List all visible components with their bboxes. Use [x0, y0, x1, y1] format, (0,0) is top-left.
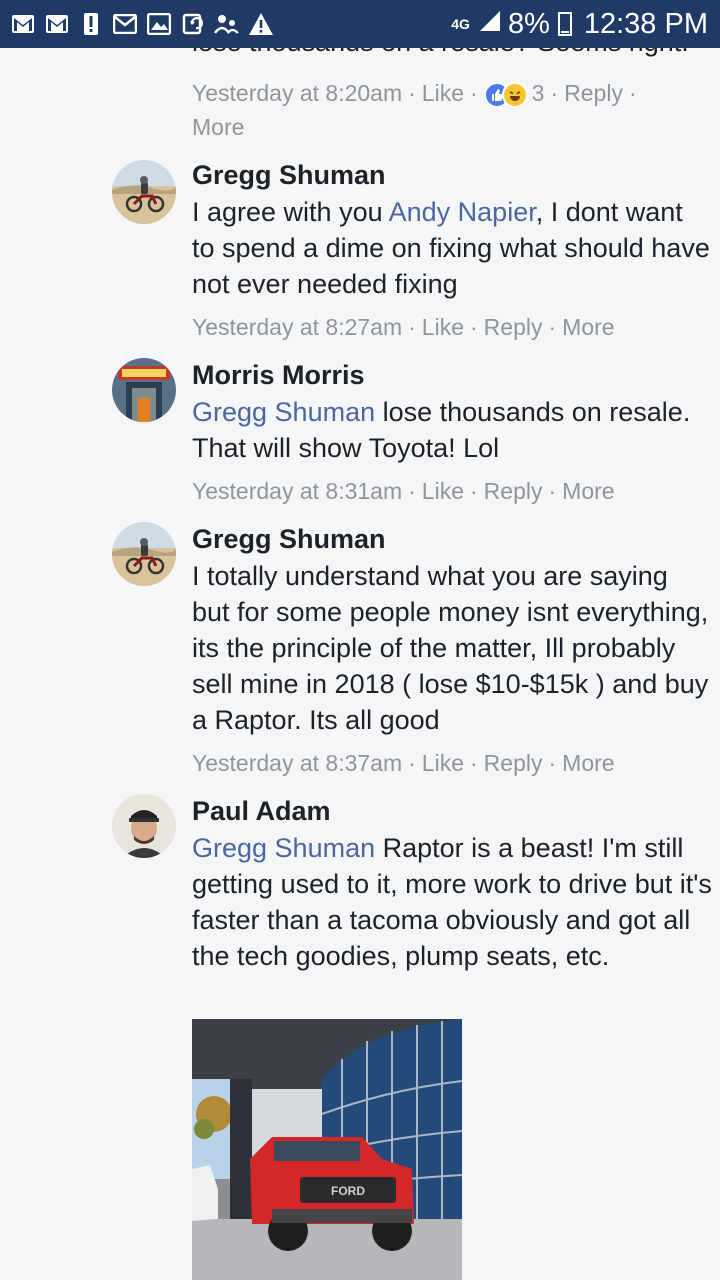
grille-lettering: FORD — [331, 1184, 365, 1198]
people-icon — [214, 11, 240, 37]
sync-icon — [180, 11, 206, 37]
comment-thread: lose thousands on a resale? Seems right.… — [0, 0, 720, 1280]
more-link[interactable]: More — [192, 114, 244, 140]
gmail-icon — [10, 11, 36, 37]
gmail-icon — [44, 11, 70, 37]
comment-time[interactable]: Yesterday at 8:27am — [192, 314, 402, 340]
more-link[interactable]: More — [562, 314, 614, 340]
warning-icon — [248, 11, 274, 37]
comment-meta: Yesterday at 8:27am · Like · Reply · More — [192, 314, 615, 340]
comment-time[interactable]: Yesterday at 8:31am — [192, 478, 402, 504]
like-link[interactable]: Like — [422, 478, 464, 504]
reply-link[interactable]: Reply — [484, 750, 543, 776]
comment-text: Gregg Shuman Raptor is a beast! I'm stil… — [192, 833, 712, 971]
comment-meta: Yesterday at 8:37am · Like · Reply · More — [192, 750, 615, 776]
haha-reaction-icon — [501, 81, 528, 108]
more-link[interactable]: More — [562, 478, 614, 504]
signal-icon — [478, 8, 502, 41]
network-type: 4G — [451, 16, 470, 32]
reply-link[interactable]: Reply — [484, 478, 543, 504]
avatar[interactable] — [112, 522, 176, 586]
reactions[interactable] — [483, 81, 528, 108]
clock: 12:38 PM — [583, 7, 708, 40]
mention-link[interactable]: Gregg Shuman — [192, 397, 375, 427]
avatar[interactable] — [112, 358, 176, 422]
more-link[interactable]: More — [562, 750, 614, 776]
comment-author[interactable]: Gregg Shuman — [192, 522, 386, 556]
comment-text: Gregg Shuman lose thousands on resale. T… — [192, 397, 691, 463]
reply-link[interactable]: Reply — [564, 80, 623, 106]
like-link[interactable]: Like — [422, 80, 464, 106]
reply-link[interactable]: Reply — [484, 314, 543, 340]
alert-icon — [78, 11, 104, 37]
mention-link[interactable]: Gregg Shuman — [192, 833, 375, 863]
comment-author[interactable]: Morris Morris — [192, 358, 365, 392]
like-link[interactable]: Like — [422, 314, 464, 340]
reaction-count[interactable]: 3 — [532, 80, 545, 106]
attached-photo[interactable]: FORD — [192, 1019, 462, 1280]
battery-percent: 8% — [507, 7, 550, 40]
comment-author[interactable]: Gregg Shuman — [192, 158, 386, 192]
comment-time[interactable]: Yesterday at 8:37am — [192, 750, 402, 776]
email-icon — [112, 11, 138, 37]
comment-author[interactable]: Paul Adam — [192, 794, 331, 828]
previous-comment-meta: Yesterday at 8:20am · Like · 3 · Reply · More — [192, 80, 637, 140]
comment-text: I agree with you Andy Napier, I dont wan… — [192, 197, 710, 299]
avatar[interactable] — [112, 794, 176, 858]
battery-icon — [557, 12, 572, 36]
gallery-icon — [146, 11, 172, 37]
like-link[interactable]: Like — [422, 750, 464, 776]
comment-text: I totally understand what you are saying… — [192, 561, 709, 735]
comment-time[interactable]: Yesterday at 8:20am — [192, 80, 402, 106]
avatar[interactable] — [112, 160, 176, 224]
mention-link[interactable]: Andy Napier — [389, 197, 536, 227]
comment-meta: Yesterday at 8:31am · Like · Reply · More — [192, 478, 615, 504]
status-bar: 4G 8% 12:38 PM — [0, 0, 720, 48]
